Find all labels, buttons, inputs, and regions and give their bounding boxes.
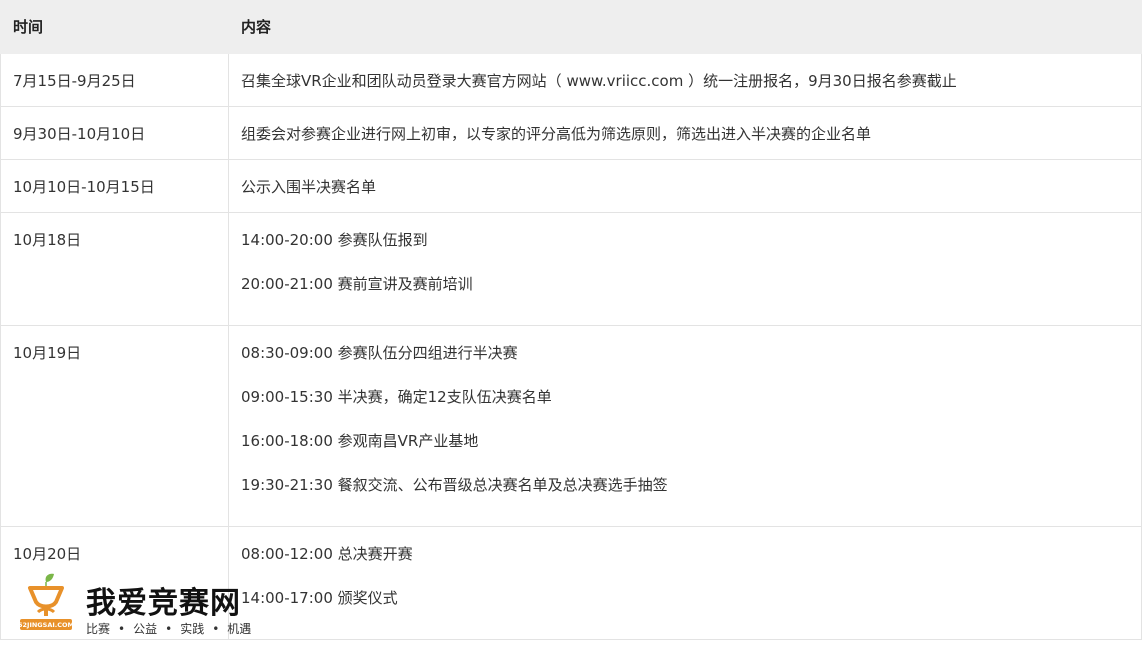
table-row: 10月10日-10月15日 公示入围半决赛名单 <box>0 159 1142 213</box>
content-line: 19:30-21:30 餐叙交流、公布晋级总决赛名单及总决赛选手抽签 <box>241 476 668 494</box>
row-content: 14:00-20:00 参赛队伍报到 20:00-21:00 赛前宣讲及赛前培训 <box>228 212 1142 326</box>
row-time: 10月10日-10月15日 <box>0 159 229 213</box>
logo-tag: 机遇 <box>227 622 252 636</box>
separator-dot: • <box>118 622 126 636</box>
logo-title: 我爱竞赛网 <box>86 586 241 621</box>
content-line: 08:30-09:00 参赛队伍分四组进行半决赛 <box>241 344 518 362</box>
logo-domain: 52JINGSAI.COM <box>18 621 74 629</box>
content-line: 召集全球VR企业和团队动员登录大赛官方网站（ www.vriicc.com ）统… <box>241 72 957 90</box>
row-content: 08:00-12:00 总决赛开赛 14:00-17:00 颁奖仪式 <box>228 526 1142 640</box>
row-content: 召集全球VR企业和团队动员登录大赛官方网站（ www.vriicc.com ）统… <box>228 53 1142 107</box>
logo-tags: 比赛 • 公益 • 实践 • 机遇 <box>86 620 251 637</box>
logo-tag: 比赛 <box>86 622 111 636</box>
content-line: 组委会对参赛企业进行网上初审，以专家的评分高低为筛选原则，筛选出进入半决赛的企业… <box>241 125 872 143</box>
content-line: 16:00-18:00 参观南昌VR产业基地 <box>241 432 479 450</box>
row-content: 组委会对参赛企业进行网上初审，以专家的评分高低为筛选原则，筛选出进入半决赛的企业… <box>228 106 1142 160</box>
row-time: 7月15日-9月25日 <box>0 53 229 107</box>
row-time: 10月19日 <box>0 325 229 527</box>
header-time: 时间 <box>0 0 229 54</box>
content-line: 14:00-20:00 参赛队伍报到 <box>241 231 428 249</box>
table-row: 10月19日 08:30-09:00 参赛队伍分四组进行半决赛 09:00-15:3… <box>0 325 1142 527</box>
logo-tag: 实践 <box>180 622 205 636</box>
header-content: 内容 <box>228 0 1142 54</box>
row-time: 9月30日-10月10日 <box>0 106 229 160</box>
row-content: 公示入围半决赛名单 <box>228 159 1142 213</box>
trophy-logo-icon: 52JINGSAI.COM <box>18 573 74 630</box>
row-time: 10月18日 <box>0 212 229 326</box>
watermark-logo: 52JINGSAI.COM 我爱竞赛网 比赛 • 公益 • 实践 • 机遇 <box>16 572 256 638</box>
table-row: 7月15日-9月25日 召集全球VR企业和团队动员登录大赛官方网站（ www.vr… <box>0 53 1142 107</box>
content-line: 公示入围半决赛名单 <box>241 178 377 196</box>
content-line: 08:00-12:00 总决赛开赛 <box>241 545 413 563</box>
schedule-table: 时间 内容 7月15日-9月25日 召集全球VR企业和团队动员登录大赛官方网站（ … <box>0 0 1142 640</box>
separator-dot: • <box>165 622 173 636</box>
logo-tag: 公益 <box>133 622 158 636</box>
content-line: 14:00-17:00 颁奖仪式 <box>241 589 398 607</box>
page: 时间 内容 7月15日-9月25日 召集全球VR企业和团队动员登录大赛官方网站（ … <box>0 0 1146 645</box>
content-line: 20:00-21:00 赛前宣讲及赛前培训 <box>241 275 473 293</box>
row-content: 08:30-09:00 参赛队伍分四组进行半决赛 09:00-15:30 半决赛，… <box>228 325 1142 527</box>
separator-dot: • <box>212 622 220 636</box>
content-line: 09:00-15:30 半决赛，确定12支队伍决赛名单 <box>241 388 552 406</box>
table-header-row: 时间 内容 <box>0 0 1142 54</box>
table-row: 9月30日-10月10日 组委会对参赛企业进行网上初审，以专家的评分高低为筛选原则… <box>0 106 1142 160</box>
table-row: 10月18日 14:00-20:00 参赛队伍报到 20:00-21:00 赛前宣讲… <box>0 212 1142 326</box>
